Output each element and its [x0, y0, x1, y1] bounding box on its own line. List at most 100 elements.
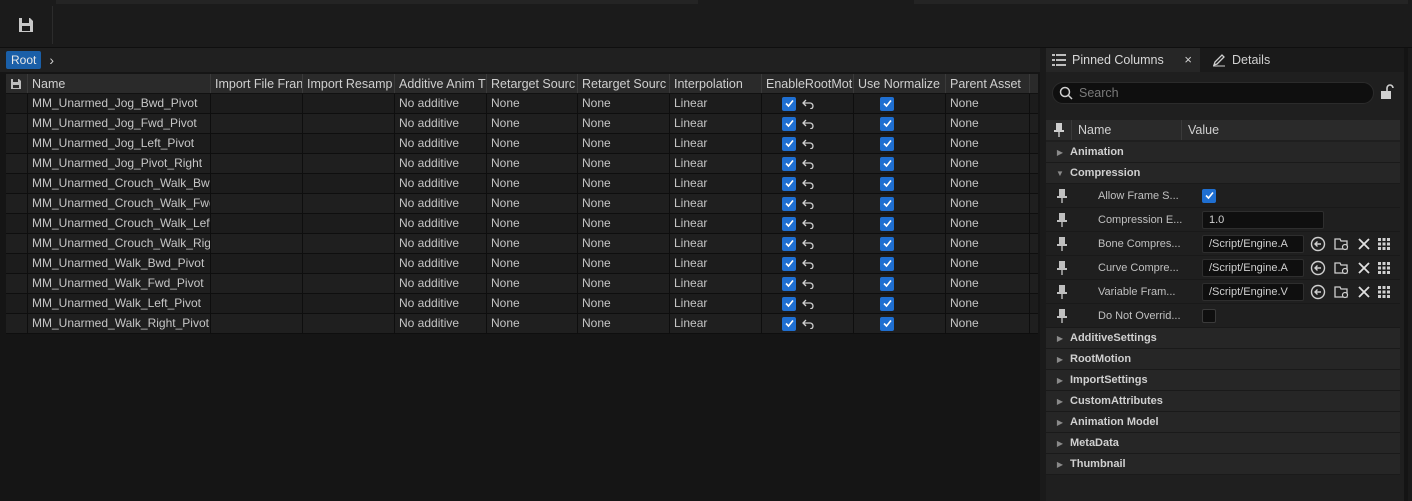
cell-name[interactable]: MM_Unarmed_Walk_Right_Pivot: [28, 314, 211, 333]
use-normalized-checkbox[interactable]: [880, 236, 894, 251]
reset-arrow-icon[interactable]: [802, 99, 814, 109]
cell-import-file-frame[interactable]: [211, 314, 303, 333]
cell-additive[interactable]: No additive: [395, 254, 487, 273]
reset-arrow-icon[interactable]: [802, 259, 814, 269]
cell-name[interactable]: MM_Unarmed_Crouch_Walk_Left_: [28, 214, 211, 233]
cell-retarget-1[interactable]: None: [487, 314, 578, 333]
cell-parent-asset[interactable]: None: [946, 274, 1030, 293]
cell-import-resample[interactable]: [303, 234, 395, 253]
category-custom-attributes[interactable]: ▶ CustomAttributes: [1046, 391, 1400, 412]
enable-root-motion-checkbox[interactable]: [782, 156, 796, 171]
cell-retarget-2[interactable]: None: [578, 154, 670, 173]
reset-arrow-icon[interactable]: [802, 239, 814, 249]
cell-retarget-2[interactable]: None: [578, 274, 670, 293]
use-selected-icon[interactable]: [1310, 260, 1326, 276]
cell-interpolation[interactable]: Linear: [670, 194, 762, 213]
pin-icon[interactable]: [1050, 188, 1074, 203]
grid-options-icon[interactable]: [1378, 237, 1390, 250]
cell-import-file-frame[interactable]: [211, 214, 303, 233]
grid-options-icon[interactable]: [1378, 261, 1390, 274]
cell-parent-asset[interactable]: None: [946, 174, 1030, 193]
curve-compression-field[interactable]: /Script/Engine.A: [1202, 258, 1304, 277]
cell-retarget-2[interactable]: None: [578, 254, 670, 273]
row-selector[interactable]: [6, 94, 28, 113]
cell-retarget-1[interactable]: None: [487, 94, 578, 113]
pin-icon[interactable]: [1050, 308, 1074, 323]
cell-retarget-2[interactable]: None: [578, 114, 670, 133]
enable-root-motion-checkbox[interactable]: [782, 276, 796, 291]
table-row[interactable]: MM_Unarmed_Walk_Fwd_Pivot No additive None…: [6, 274, 1038, 294]
pin-icon[interactable]: [1050, 212, 1074, 227]
use-normalized-checkbox[interactable]: [880, 276, 894, 291]
cell-parent-asset[interactable]: None: [946, 234, 1030, 253]
allow-frame-checkbox[interactable]: [1202, 188, 1216, 203]
enable-root-motion-checkbox[interactable]: [782, 256, 796, 271]
cell-retarget-1[interactable]: None: [487, 274, 578, 293]
table-row[interactable]: MM_Unarmed_Crouch_Walk_Left_ No additive N…: [6, 214, 1038, 234]
table-row[interactable]: MM_Unarmed_Crouch_Walk_Righ No additive No…: [6, 234, 1038, 254]
table-row[interactable]: MM_Unarmed_Walk_Left_Pivot No additive Non…: [6, 294, 1038, 314]
cell-import-resample[interactable]: [303, 114, 395, 133]
cell-import-file-frame[interactable]: [211, 94, 303, 113]
cell-import-resample[interactable]: [303, 274, 395, 293]
use-normalized-checkbox[interactable]: [880, 316, 894, 331]
cell-import-file-frame[interactable]: [211, 154, 303, 173]
enable-root-motion-checkbox[interactable]: [782, 176, 796, 191]
cell-name[interactable]: MM_Unarmed_Jog_Left_Pivot: [28, 134, 211, 153]
category-animation[interactable]: ▶ Animation: [1046, 142, 1400, 163]
cell-interpolation[interactable]: Linear: [670, 94, 762, 113]
cell-import-file-frame[interactable]: [211, 274, 303, 293]
reset-arrow-icon[interactable]: [802, 319, 814, 329]
cell-retarget-2[interactable]: None: [578, 134, 670, 153]
cell-retarget-2[interactable]: None: [578, 314, 670, 333]
cell-parent-asset[interactable]: None: [946, 114, 1030, 133]
cell-interpolation[interactable]: Linear: [670, 114, 762, 133]
table-row[interactable]: MM_Unarmed_Walk_Right_Pivot No additive No…: [6, 314, 1038, 334]
pin-icon[interactable]: [1050, 260, 1074, 275]
cell-interpolation[interactable]: Linear: [670, 294, 762, 313]
reset-arrow-icon[interactable]: [802, 179, 814, 189]
lock-icon[interactable]: [1380, 84, 1394, 103]
cell-import-resample[interactable]: [303, 254, 395, 273]
use-selected-icon[interactable]: [1310, 284, 1326, 300]
pin-icon[interactable]: [1050, 284, 1074, 299]
cell-retarget-1[interactable]: None: [487, 214, 578, 233]
column-header-name[interactable]: Name: [28, 74, 211, 93]
use-normalized-checkbox[interactable]: [880, 196, 894, 211]
clear-x-icon[interactable]: [1358, 285, 1370, 298]
category-additive-settings[interactable]: ▶ AdditiveSettings: [1046, 328, 1400, 349]
cell-interpolation[interactable]: Linear: [670, 214, 762, 233]
cell-import-file-frame[interactable]: [211, 254, 303, 273]
cell-retarget-1[interactable]: None: [487, 154, 578, 173]
browse-folder-icon[interactable]: [1334, 260, 1350, 276]
cell-additive[interactable]: No additive: [395, 174, 487, 193]
cell-interpolation[interactable]: Linear: [670, 174, 762, 193]
bone-compression-field[interactable]: /Script/Engine.A: [1202, 234, 1304, 253]
column-header-import-resample[interactable]: Import Resamp: [303, 74, 395, 93]
reset-arrow-icon[interactable]: [802, 159, 814, 169]
table-row[interactable]: MM_Unarmed_Jog_Pivot_Right No additive Non…: [6, 154, 1038, 174]
cell-import-file-frame[interactable]: [211, 114, 303, 133]
cell-retarget-1[interactable]: None: [487, 174, 578, 193]
cell-retarget-1[interactable]: None: [487, 234, 578, 253]
column-header-enable-root-motion[interactable]: EnableRootMot: [762, 74, 854, 93]
category-thumbnail[interactable]: ▶ Thumbnail: [1046, 454, 1400, 475]
cell-parent-asset[interactable]: None: [946, 294, 1030, 313]
cell-parent-asset[interactable]: None: [946, 134, 1030, 153]
category-import-settings[interactable]: ▶ ImportSettings: [1046, 370, 1400, 391]
cell-name[interactable]: MM_Unarmed_Jog_Fwd_Pivot: [28, 114, 211, 133]
cell-interpolation[interactable]: Linear: [670, 154, 762, 173]
column-header-prop-name[interactable]: Name: [1072, 120, 1182, 140]
enable-root-motion-checkbox[interactable]: [782, 96, 796, 111]
cell-additive[interactable]: No additive: [395, 154, 487, 173]
panel-scrollbar[interactable]: [1404, 48, 1408, 501]
cell-interpolation[interactable]: Linear: [670, 134, 762, 153]
enable-root-motion-checkbox[interactable]: [782, 236, 796, 251]
row-selector[interactable]: [6, 234, 28, 253]
row-selector[interactable]: [6, 294, 28, 313]
cell-name[interactable]: MM_Unarmed_Crouch_Walk_Righ: [28, 234, 211, 253]
category-animation-model[interactable]: ▶ Animation Model: [1046, 412, 1400, 433]
cell-parent-asset[interactable]: None: [946, 214, 1030, 233]
column-header-import-file-frame[interactable]: Import File Fran: [211, 74, 303, 93]
do-not-override-checkbox[interactable]: [1202, 308, 1216, 323]
